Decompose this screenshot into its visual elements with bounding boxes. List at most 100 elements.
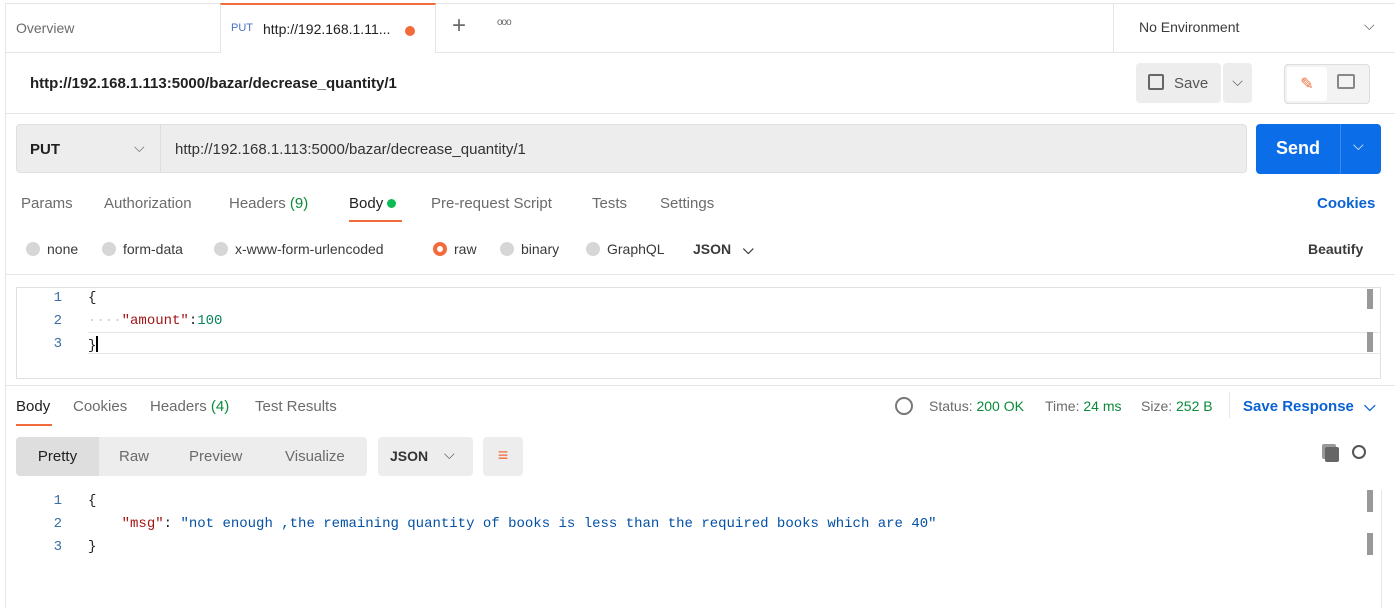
line-number: 2 (53, 313, 62, 329)
search-icon[interactable] (1352, 445, 1366, 459)
line-number: 1 (53, 290, 62, 306)
tab-tests[interactable]: Tests (592, 195, 627, 212)
headers-count: (9) (289, 195, 309, 212)
scrollbar-thumb[interactable] (1367, 533, 1373, 555)
divider (5, 385, 1395, 386)
radio-label: x-www-form-urlencoded (235, 241, 384, 257)
radio-raw[interactable]: raw (433, 241, 477, 257)
json-value: "not enough ,the remaining quantity of b… (180, 516, 937, 532)
chevron-down-icon: ⌵ (134, 139, 145, 155)
radio-none[interactable]: none (26, 241, 78, 257)
tab-overview[interactable]: Overview (16, 20, 74, 36)
radio-label: GraphQL (607, 241, 665, 257)
request-title: http://192.168.1.113:5000/bazar/decrease… (30, 75, 397, 92)
body-format-select[interactable]: JSON ⌵ (693, 241, 754, 258)
scrollbar-thumb[interactable] (1367, 490, 1373, 512)
radio-icon (214, 242, 228, 256)
tab-headers-label: Headers (229, 195, 286, 212)
new-tab-plus-icon[interactable]: + (452, 12, 466, 40)
line-number: 3 (53, 336, 62, 352)
headers-count: (4) (210, 398, 230, 415)
wrap-lines-icon[interactable]: ≡ (483, 437, 523, 476)
tab-params[interactable]: Params (21, 195, 73, 212)
tab-method: PUT (231, 22, 253, 34)
comments-icon[interactable] (1337, 74, 1355, 89)
json-colon: : (188, 313, 198, 329)
mode-toggle: ✎ (1284, 64, 1370, 104)
chevron-down-icon: ⌵ (444, 446, 455, 462)
send-button[interactable]: Send ⌵ (1256, 124, 1381, 174)
radio-form-data[interactable]: form-data (102, 241, 183, 257)
view-visualize[interactable]: Visualize (285, 448, 345, 465)
left-border (5, 53, 6, 608)
cookies-link[interactable]: Cookies (1317, 195, 1375, 212)
copy-icon[interactable] (1325, 447, 1339, 462)
label: Save Response (1243, 398, 1354, 415)
label: Size: (1141, 398, 1173, 414)
send-divider (1340, 124, 1341, 174)
beautify-button[interactable]: Beautify (1308, 241, 1363, 257)
response-tab-cookies[interactable]: Cookies (73, 398, 127, 415)
code-brace: } (88, 336, 99, 354)
radio-label: form-data (123, 241, 183, 257)
save-icon (1148, 74, 1164, 90)
radio-x-www-form-urlencoded[interactable]: x-www-form-urlencoded (214, 241, 384, 257)
chevron-down-icon: ⌵ (1364, 398, 1376, 415)
save-response-button[interactable]: Save Response ⌵ (1243, 398, 1375, 415)
time: Time: 24 ms (1045, 398, 1122, 414)
save-button[interactable]: Save (1136, 63, 1221, 103)
response-format-select[interactable]: JSON ⌵ (378, 437, 473, 476)
response-tab-body[interactable]: Body (16, 398, 50, 415)
view-raw[interactable]: Raw (119, 448, 149, 465)
format-label: JSON (693, 241, 732, 257)
code-line: ····"amount":100 (88, 313, 223, 329)
code-brace: { (88, 290, 97, 306)
active-tab-underline (349, 220, 402, 222)
radio-label: none (47, 241, 79, 257)
status-value: 200 OK (976, 398, 1024, 414)
scrollbar-thumb[interactable] (1367, 289, 1373, 309)
json-value: 100 (197, 313, 223, 329)
tab-body[interactable]: Body (349, 195, 397, 212)
tab-active-request[interactable]: PUT http://192.168.1.11... (220, 3, 436, 53)
view-preview[interactable]: Preview (189, 448, 242, 465)
brace: } (88, 338, 97, 354)
line-number: 2 (53, 516, 62, 532)
tab-headers[interactable]: Headers (9) (229, 195, 308, 212)
json-colon: : (163, 516, 181, 532)
chevron-down-icon: ⌵ (743, 241, 754, 257)
tab-settings[interactable]: Settings (660, 195, 714, 212)
time-value: 24 ms (1083, 398, 1122, 414)
format-label: JSON (390, 448, 429, 464)
code-brace: } (88, 539, 97, 555)
url-input[interactable]: http://192.168.1.113:5000/bazar/decrease… (175, 141, 526, 158)
tab-pre-request-script[interactable]: Pre-request Script (431, 195, 552, 212)
environment-select[interactable]: No Environment ⌵ (1113, 3, 1395, 53)
radio-icon (102, 242, 116, 256)
response-tab-test-results[interactable]: Test Results (255, 398, 337, 415)
radio-graphql[interactable]: GraphQL (586, 241, 665, 257)
current-line-highlight (88, 332, 1380, 354)
tab-title: http://192.168.1.11... (263, 21, 391, 37)
radio-binary[interactable]: binary (500, 241, 559, 257)
json-key: "msg" (121, 516, 164, 532)
method-select[interactable]: PUT ⌵ (16, 124, 161, 173)
body-active-dot-icon (387, 199, 397, 208)
radio-icon (500, 242, 514, 256)
more-tabs-icon[interactable]: ooo (497, 17, 512, 28)
text-cursor (96, 336, 99, 352)
chevron-down-icon: ⌵ (1364, 17, 1375, 33)
radio-icon (26, 242, 40, 256)
tab-body-label: Body (349, 195, 384, 212)
response-code-line: "msg": "not enough ,the remaining quanti… (88, 516, 937, 532)
response-tab-headers[interactable]: Headers (4) (150, 398, 229, 415)
globe-icon[interactable] (895, 397, 913, 415)
save-options-chevron-icon[interactable]: ⌵ (1223, 63, 1252, 103)
view-pretty[interactable]: Pretty (16, 437, 99, 476)
send-options-chevron-icon[interactable]: ⌵ (1353, 137, 1364, 154)
tab-authorization[interactable]: Authorization (104, 195, 192, 212)
scrollbar-thumb[interactable] (1367, 332, 1373, 352)
send-label: Send (1276, 138, 1321, 158)
label: Time: (1045, 398, 1080, 414)
edit-pencil-icon[interactable]: ✎ (1287, 67, 1327, 101)
